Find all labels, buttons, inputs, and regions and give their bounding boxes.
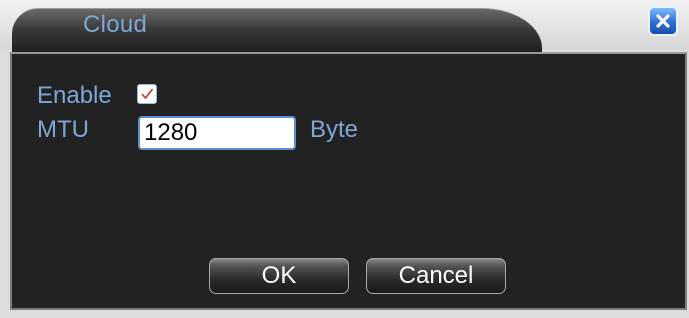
settings-panel: Enable MTU Byte OK Cancel [10, 52, 687, 310]
mtu-label: MTU [37, 116, 89, 143]
dialog-title: Cloud [83, 11, 148, 38]
checkmark-icon [141, 88, 154, 100]
cancel-button[interactable]: Cancel [366, 258, 506, 294]
enable-checkbox[interactable] [137, 84, 157, 104]
ok-button[interactable]: OK [209, 258, 349, 294]
close-icon [656, 14, 670, 28]
enable-label: Enable [37, 82, 112, 109]
cloud-dialog: Cloud Enable MTU Byte OK Cancel [0, 0, 689, 318]
close-button[interactable] [648, 6, 678, 36]
title-bar: Cloud [0, 0, 689, 53]
mtu-unit-label: Byte [310, 116, 359, 143]
mtu-input[interactable] [138, 116, 296, 150]
